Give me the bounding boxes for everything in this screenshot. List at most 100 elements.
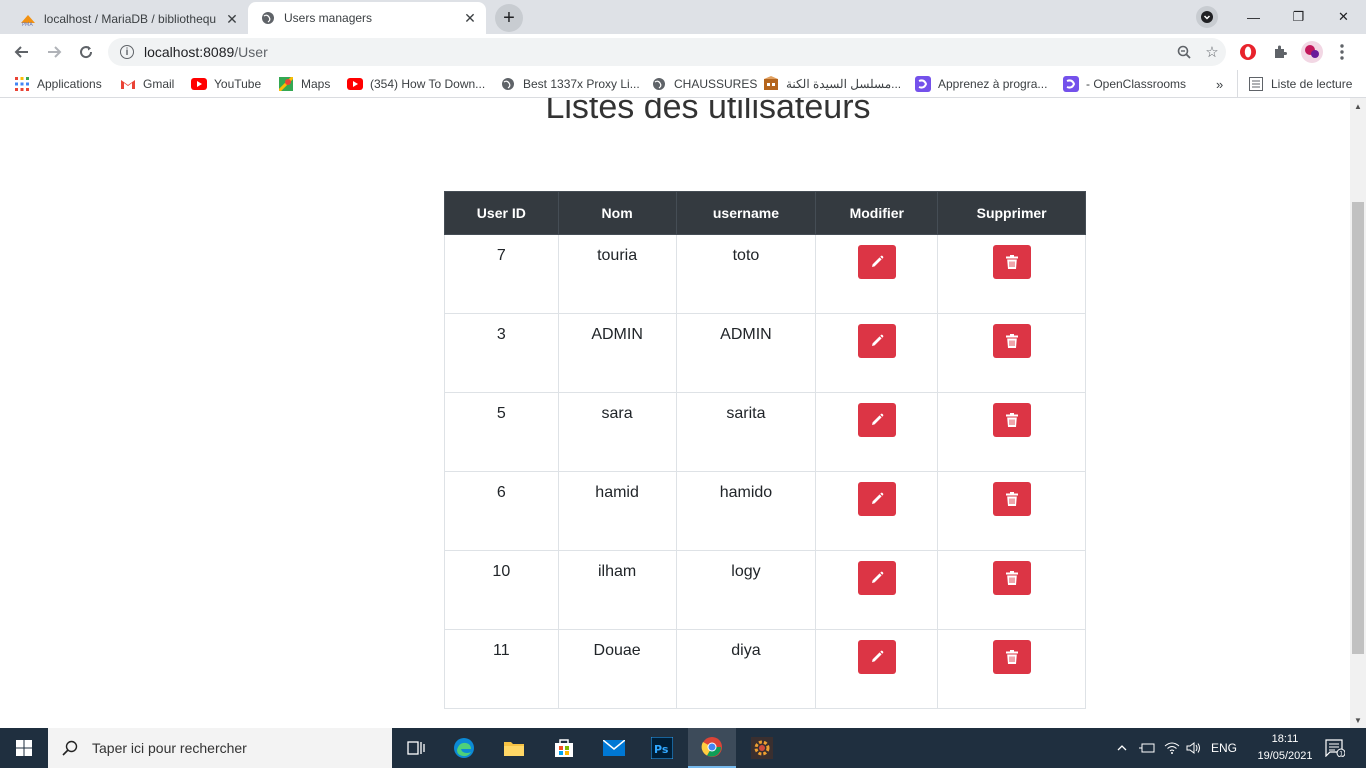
table-row: 7 touria toto — [444, 234, 1086, 314]
bookmark-youtube[interactable]: YouTube — [191, 70, 261, 98]
extensions-puzzle-icon[interactable] — [1268, 40, 1292, 64]
info-icon[interactable]: i — [120, 45, 134, 59]
bookmark-applications[interactable]: Applications — [14, 70, 102, 98]
settings-app-icon[interactable] — [738, 728, 786, 768]
tab-phpmyadmin[interactable]: PMA localhost / MariaDB / bibliothequ ✕ — [8, 2, 248, 36]
bookmark-openclassrooms[interactable]: - OpenClassrooms — [1063, 70, 1186, 98]
edit-button[interactable] — [857, 640, 896, 674]
edit-button[interactable] — [857, 245, 896, 279]
pencil-icon — [871, 413, 884, 425]
reload-icon[interactable] — [72, 38, 100, 66]
new-tab-button[interactable]: + — [495, 4, 523, 32]
windows-start-icon[interactable] — [0, 728, 48, 768]
restore-icon[interactable]: ❐ — [1276, 0, 1321, 34]
bookmark-star-icon[interactable]: ☆ — [1198, 38, 1226, 66]
browser-toolbar: i localhost:8089/User ☆ — [0, 34, 1366, 70]
minimize-icon[interactable]: — — [1231, 0, 1276, 34]
table-row: 5 sara sarita — [444, 392, 1086, 472]
cell-nom: ilham — [557, 550, 677, 630]
language-indicator[interactable]: ENG — [1206, 728, 1242, 768]
cell-username: toto — [675, 234, 817, 314]
table-row: 3 ADMIN ADMIN — [444, 313, 1086, 393]
bookmarks-overflow-icon[interactable]: » — [1216, 70, 1223, 98]
cell-user-id: 11 — [444, 629, 559, 709]
cell-nom: hamid — [557, 471, 677, 551]
globe-icon — [260, 10, 276, 26]
tab-title: Users managers — [284, 11, 373, 25]
zoom-icon[interactable] — [1170, 38, 1198, 66]
scroll-up-icon[interactable]: ▲ — [1350, 98, 1366, 114]
reading-list[interactable]: Liste de lecture — [1237, 70, 1352, 98]
delete-button[interactable] — [992, 403, 1031, 437]
close-icon[interactable]: ✕ — [222, 9, 242, 29]
window-controls: — ❐ ✕ — [1231, 0, 1366, 34]
apps-grid-icon — [14, 76, 30, 92]
delete-button[interactable] — [992, 245, 1031, 279]
cell-modifier — [815, 629, 939, 709]
bookmark-maps[interactable]: Maps — [278, 70, 330, 98]
task-view-icon[interactable] — [392, 728, 440, 768]
edit-button[interactable] — [857, 324, 896, 358]
clock[interactable]: 18:11 19/05/2021 — [1250, 731, 1320, 765]
battery-icon[interactable] — [1136, 728, 1158, 768]
close-icon[interactable]: ✕ — [460, 8, 480, 28]
cell-supprimer — [937, 471, 1086, 551]
cell-supprimer — [937, 313, 1086, 393]
bookmark-apprenez[interactable]: Apprenez à progra... — [915, 70, 1047, 98]
header-user-id: User ID — [444, 191, 559, 235]
volume-icon[interactable] — [1184, 728, 1204, 768]
kebab-menu-icon[interactable] — [1330, 40, 1354, 64]
youtube-icon — [191, 76, 207, 92]
address-bar[interactable]: i localhost:8089/User ☆ — [108, 38, 1226, 66]
photoshop-icon[interactable]: Ps — [638, 728, 686, 768]
delete-button[interactable] — [992, 482, 1031, 516]
file-explorer-icon[interactable] — [490, 728, 538, 768]
bookmark-1337x-proxy[interactable]: Best 1337x Proxy Li... — [500, 70, 640, 98]
delete-button[interactable] — [992, 640, 1031, 674]
mail-icon[interactable] — [590, 728, 638, 768]
cell-username: sarita — [675, 392, 817, 472]
trash-icon — [1005, 413, 1018, 427]
close-window-icon[interactable]: ✕ — [1321, 0, 1366, 34]
tab-users-managers[interactable]: Users managers ✕ — [248, 2, 486, 34]
forward-icon[interactable] — [40, 38, 68, 66]
notification-icon[interactable]: 1 — [1320, 728, 1350, 768]
delete-button[interactable] — [992, 324, 1031, 358]
cell-user-id: 3 — [444, 313, 559, 393]
globe-icon — [651, 76, 667, 92]
tab-search-icon[interactable] — [1196, 6, 1218, 28]
edit-button[interactable] — [857, 561, 896, 595]
edit-button[interactable] — [857, 403, 896, 437]
bookmark-how-to-down[interactable]: (354) How To Down... — [347, 70, 485, 98]
opera-extension-icon[interactable] — [1236, 40, 1260, 64]
cell-user-id: 7 — [444, 234, 559, 314]
back-icon[interactable] — [8, 38, 36, 66]
bookmark-chaussures[interactable]: CHAUSSURES — [651, 70, 757, 98]
bookmark-arabic-series[interactable]: مسلسل السيدة الكنة... — [763, 70, 901, 98]
taskbar-search[interactable]: Taper ici pour rechercher — [48, 728, 392, 768]
bookmark-gmail[interactable]: Gmail — [120, 70, 174, 98]
globe-icon — [500, 76, 516, 92]
cell-supprimer — [937, 550, 1086, 630]
phpmyadmin-icon: PMA — [20, 11, 36, 27]
avatar[interactable] — [1300, 40, 1324, 64]
cell-modifier — [815, 234, 939, 314]
page-scrollbar[interactable]: ▲ ▼ — [1350, 98, 1366, 728]
pencil-icon — [871, 334, 884, 346]
url-text: localhost:8089/User — [144, 44, 268, 60]
cell-supprimer — [937, 629, 1086, 709]
pencil-icon — [871, 492, 884, 504]
cell-supprimer — [937, 234, 1086, 314]
edge-icon[interactable] — [440, 728, 488, 768]
store-icon[interactable] — [540, 728, 588, 768]
edit-button[interactable] — [857, 482, 896, 516]
scroll-down-icon[interactable]: ▼ — [1350, 712, 1366, 728]
cell-nom: ADMIN — [557, 313, 677, 393]
tray-chevron-up-icon[interactable] — [1114, 728, 1130, 768]
wifi-icon[interactable] — [1162, 728, 1182, 768]
delete-button[interactable] — [992, 561, 1031, 595]
openclassrooms-icon — [1063, 76, 1079, 92]
chrome-icon[interactable] — [688, 728, 736, 768]
scroll-thumb[interactable] — [1352, 202, 1364, 654]
header-username: username — [675, 191, 817, 235]
